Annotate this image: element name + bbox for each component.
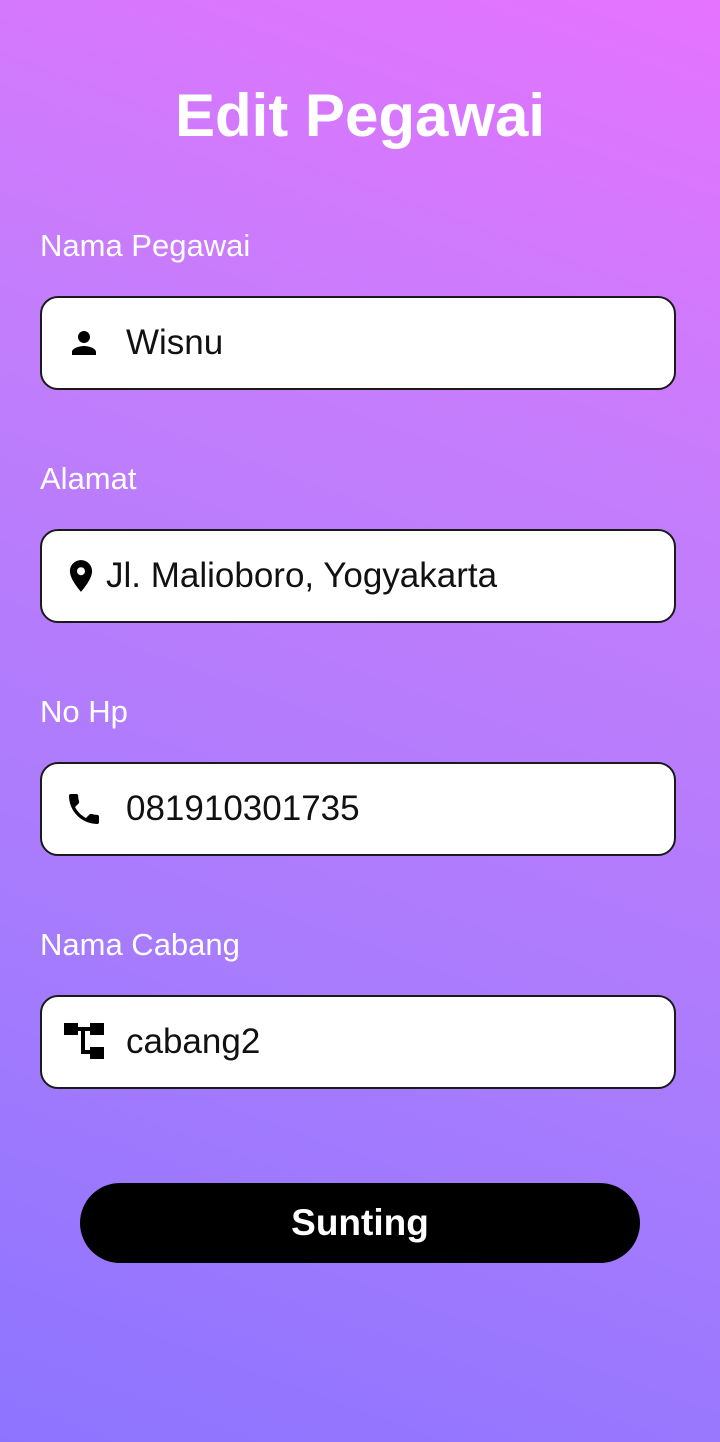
alamat-label: Alamat xyxy=(40,461,137,496)
page-title: Edit Pegawai xyxy=(174,82,546,149)
phone-icon xyxy=(64,789,104,829)
sunting-button[interactable]: Sunting xyxy=(80,1183,640,1263)
nama-pegawai-field[interactable]: Wisnu xyxy=(40,296,676,390)
alamat-field[interactable]: Jl. Malioboro, Yogyakarta xyxy=(40,529,676,623)
nama-cabang-value: cabang2 xyxy=(126,1022,261,1061)
nama-pegawai-value: Wisnu xyxy=(126,323,224,362)
alamat-value: Jl. Malioboro, Yogyakarta xyxy=(106,556,498,595)
no-hp-value: 081910301735 xyxy=(126,789,360,828)
branch-tree-icon xyxy=(64,1022,106,1062)
location-pin-icon xyxy=(62,555,100,597)
nama-cabang-field[interactable]: cabang2 xyxy=(40,995,676,1089)
no-hp-label: No Hp xyxy=(40,694,128,729)
nama-pegawai-label: Nama Pegawai xyxy=(40,228,251,263)
person-icon xyxy=(66,325,102,361)
nama-cabang-label: Nama Cabang xyxy=(40,927,240,962)
no-hp-field[interactable]: 081910301735 xyxy=(40,762,676,856)
